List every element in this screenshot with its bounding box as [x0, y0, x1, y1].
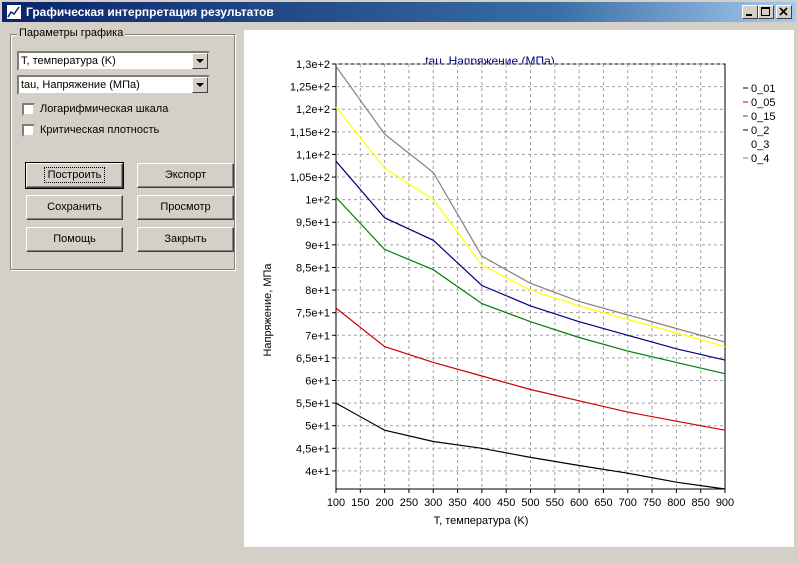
legend-label-0_4: 0_4 — [751, 153, 769, 165]
close-window-button[interactable] — [776, 5, 792, 19]
y-tick-label: 7e+1 — [305, 330, 330, 342]
y-tick-label: 8,5e+1 — [296, 262, 330, 274]
y-tick-label: 1,15e+2 — [290, 127, 330, 139]
view-button[interactable]: Просмотр — [137, 195, 234, 220]
minimize-button[interactable] — [742, 5, 758, 19]
x-tick-label: 650 — [594, 497, 612, 509]
critical-density-label: Критическая плотность — [40, 124, 160, 136]
y-param-select[interactable]: tau, Напряжение (МПа) — [17, 75, 210, 95]
x-tick-label: 250 — [400, 497, 418, 509]
x-tick-label: 900 — [716, 497, 734, 509]
y-tick-label: 1,1e+2 — [296, 149, 330, 161]
y-tick-label: 4,5e+1 — [296, 443, 330, 455]
help-button[interactable]: Помощь — [26, 227, 123, 252]
maximize-button[interactable] — [758, 5, 774, 19]
save-button[interactable]: Сохранить — [26, 195, 123, 220]
x-tick-label: 450 — [497, 497, 515, 509]
y-tick-label: 9,5e+1 — [296, 217, 330, 229]
x-tick-label: 200 — [375, 497, 393, 509]
legend-label-0_15: 0_15 — [751, 111, 775, 123]
close-button[interactable]: Закрыть — [137, 227, 234, 252]
build-button[interactable]: Построить — [25, 162, 124, 189]
x-tick-label: 800 — [667, 497, 685, 509]
y-tick-label: 1,2e+2 — [296, 104, 330, 116]
x-tick-label: 700 — [619, 497, 637, 509]
chevron-down-icon[interactable] — [192, 77, 208, 93]
title-bar[interactable]: Графическая интерпретация результатов — [2, 2, 796, 22]
chart-panel: tau, Напряжение (МПа) Напряжение, МПа T,… — [244, 30, 794, 547]
x-axis-label: T, температура (K) — [434, 515, 529, 527]
x-tick-label: 550 — [546, 497, 564, 509]
y-tick-label: 4e+1 — [305, 466, 330, 478]
y-axis-label: Напряжение, МПа — [262, 263, 274, 357]
y-tick-label: 9e+1 — [305, 240, 330, 252]
y-tick-label: 5,5e+1 — [296, 398, 330, 410]
x-tick-label: 400 — [473, 497, 491, 509]
x-tick-label: 500 — [521, 497, 539, 509]
x-param-value: T, температура (K) — [21, 55, 116, 67]
x-tick-label: 850 — [692, 497, 710, 509]
app-window: Графическая интерпретация результатов Па… — [0, 0, 798, 563]
chart-params-label: Параметры графика — [17, 27, 126, 39]
y-tick-label: 1e+2 — [305, 195, 330, 207]
legend-label-0_3: 0_3 — [751, 139, 769, 151]
legend-label-0_01: 0_01 — [751, 83, 775, 95]
y-tick-label: 6,5e+1 — [296, 353, 330, 365]
y-tick-label: 1,05e+2 — [290, 172, 330, 184]
x-tick-label: 750 — [643, 497, 661, 509]
stress-temperature-chart: tau, Напряжение (МПа) Напряжение, МПа T,… — [262, 54, 775, 527]
x-tick-label: 600 — [570, 497, 588, 509]
y-tick-label: 1,25e+2 — [290, 82, 330, 94]
x-tick-label: 300 — [424, 497, 442, 509]
app-icon[interactable] — [6, 4, 22, 20]
chevron-down-icon[interactable] — [192, 53, 208, 69]
legend-label-0_2: 0_2 — [751, 125, 769, 137]
x-tick-label: 100 — [327, 497, 345, 509]
legend-label-0_05: 0_05 — [751, 97, 775, 109]
y-tick-label: 8e+1 — [305, 285, 330, 297]
critical-density-check-box[interactable] — [22, 124, 35, 137]
log-scale-label: Логарифмическая шкала — [40, 103, 169, 115]
y-tick-label: 5e+1 — [305, 421, 330, 433]
window-title: Графическая интерпретация результатов — [26, 5, 274, 19]
x-tick-label: 350 — [448, 497, 466, 509]
x-param-select[interactable]: T, температура (K) — [17, 51, 210, 71]
y-param-value: tau, Напряжение (МПа) — [21, 79, 140, 91]
y-tick-label: 6e+1 — [305, 375, 330, 387]
y-tick-label: 1,3e+2 — [296, 59, 330, 71]
x-tick-label: 150 — [351, 497, 369, 509]
y-tick-label: 7,5e+1 — [296, 308, 330, 320]
export-button[interactable]: Экспорт — [137, 163, 234, 188]
log-scale-check-box[interactable] — [22, 103, 35, 116]
